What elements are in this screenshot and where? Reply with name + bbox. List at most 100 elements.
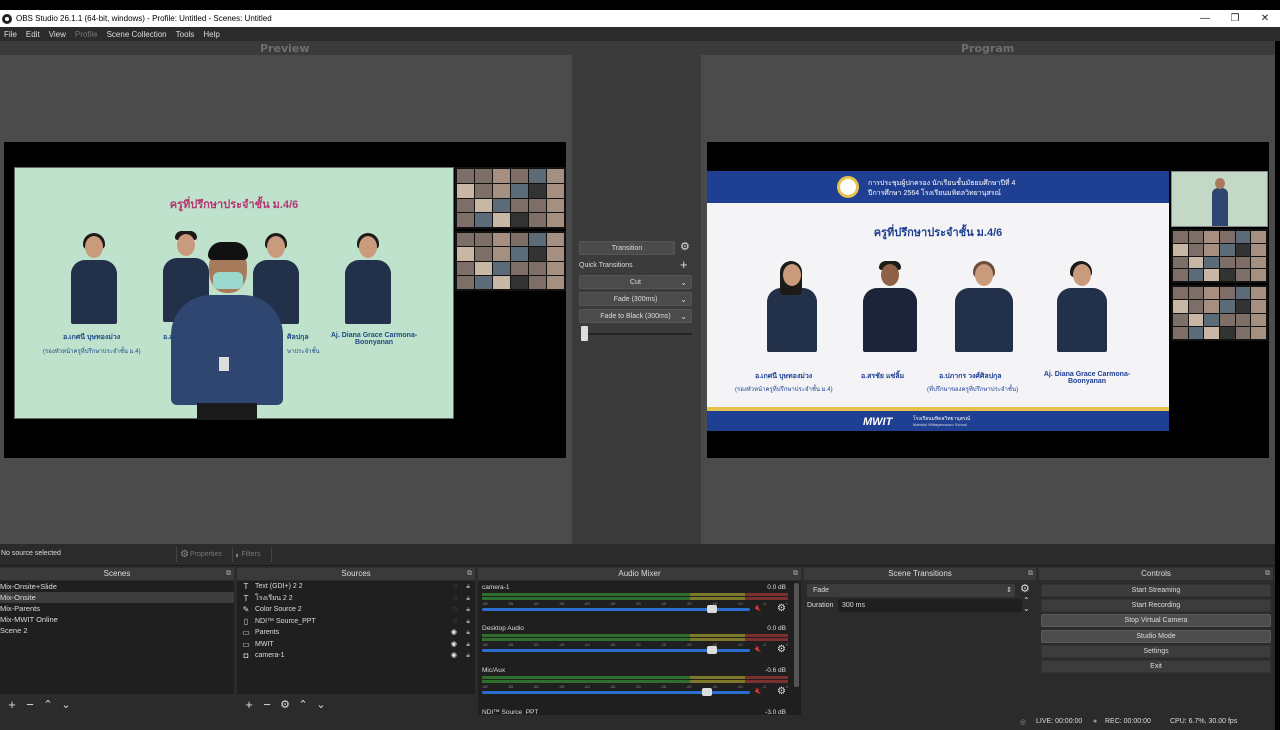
scene-item[interactable]: Mix-Parents bbox=[0, 603, 234, 614]
add-icon[interactable]: + bbox=[3, 697, 21, 712]
menu-profile[interactable]: Profile bbox=[71, 30, 103, 39]
duration-input[interactable]: 300 ms bbox=[838, 599, 1022, 612]
close-button[interactable]: ✕ bbox=[1250, 13, 1280, 24]
gear-icon[interactable]: ⚙ bbox=[680, 240, 690, 253]
fade-button[interactable]: Fade (300ms) ⌄ bbox=[579, 292, 692, 306]
eye-closed-icon[interactable]: ◌ bbox=[453, 616, 457, 628]
start-recording-button[interactable]: Start Recording bbox=[1041, 599, 1271, 612]
source-item[interactable]: ✎ Color Source 2 ◌ 🔒︎ bbox=[237, 604, 475, 616]
window-title: OBS Studio 26.1.1 (64-bit, windows) - Pr… bbox=[16, 14, 272, 23]
volume-slider[interactable] bbox=[482, 646, 750, 654]
no-source-label: No source selected bbox=[1, 550, 61, 557]
menu-edit[interactable]: Edit bbox=[22, 30, 45, 39]
volume-slider-handle[interactable] bbox=[702, 688, 713, 696]
studio-mode-button[interactable]: Studio Mode bbox=[1041, 630, 1271, 643]
volume-slider[interactable] bbox=[482, 605, 750, 613]
move-up-icon[interactable]: ⌃ bbox=[294, 698, 312, 711]
exit-button[interactable]: Exit bbox=[1041, 660, 1271, 673]
undock-icon[interactable]: ⧉ bbox=[1028, 568, 1033, 580]
teacher-photo bbox=[71, 233, 117, 324]
eye-icon[interactable]: ◉ bbox=[451, 650, 457, 662]
lock-icon[interactable]: 🔒︎ bbox=[466, 581, 470, 593]
menu-help[interactable]: Help bbox=[199, 30, 224, 39]
source-item[interactable]: ▭ Parents ◉ 🔒︎ bbox=[237, 627, 475, 639]
volume-slider-handle[interactable] bbox=[707, 605, 718, 613]
plus-icon[interactable]: + bbox=[680, 257, 688, 272]
gear-icon[interactable]: ⚙ bbox=[777, 603, 786, 614]
volume-slider[interactable] bbox=[482, 688, 750, 696]
preview-panel[interactable]: ครูที่ปรึกษาประจำชั้น ม.4/6 อ.เกศนี บุษท… bbox=[0, 55, 572, 544]
volume-slider-handle[interactable] bbox=[707, 646, 718, 654]
minimize-button[interactable]: — bbox=[1190, 13, 1220, 24]
gear-icon[interactable]: ⚙ bbox=[777, 686, 786, 697]
mixer-scrollbar[interactable] bbox=[794, 583, 799, 687]
move-down-icon[interactable]: ⌄ bbox=[312, 698, 330, 711]
menu-tools[interactable]: Tools bbox=[172, 30, 200, 39]
channel-name: Desktop Audio bbox=[482, 625, 524, 632]
source-item[interactable]: ▭ MWIT ◉ 🔒︎ bbox=[237, 639, 475, 651]
cut-button[interactable]: Cut ⌄ bbox=[579, 275, 692, 289]
lock-icon[interactable]: 🔒︎ bbox=[466, 650, 470, 662]
filters-button[interactable]: ◐ Filters bbox=[232, 547, 272, 562]
chevron-down-icon[interactable]: ⌄ bbox=[680, 295, 687, 304]
controls-body: Start Streaming Start Recording Stop Vir… bbox=[1039, 581, 1273, 714]
start-streaming-button[interactable]: Start Streaming bbox=[1041, 584, 1271, 597]
window-edge bbox=[1275, 41, 1280, 730]
t-bar-handle[interactable] bbox=[581, 326, 588, 341]
add-icon[interactable]: + bbox=[240, 697, 258, 712]
menu-scene-collection[interactable]: Scene Collection bbox=[103, 30, 172, 39]
eye-icon[interactable]: ◉ bbox=[451, 627, 457, 639]
transition-select[interactable]: Fade ⇕ bbox=[807, 584, 1015, 597]
undock-icon[interactable]: ⧉ bbox=[793, 568, 798, 580]
lock-icon[interactable]: 🔒︎ bbox=[466, 627, 470, 639]
move-up-icon[interactable]: ⌃ bbox=[39, 698, 57, 711]
undock-icon[interactable]: ⧉ bbox=[1265, 568, 1270, 580]
settings-button[interactable]: Settings bbox=[1041, 645, 1271, 658]
eye-closed-icon[interactable]: ◌ bbox=[453, 581, 457, 593]
source-item[interactable]: T Text (GDI+) 2 2 ◌ 🔒︎ bbox=[237, 581, 475, 593]
chevron-down-icon[interactable]: ⌄ bbox=[680, 278, 687, 287]
menu-view[interactable]: View bbox=[45, 30, 71, 39]
gear-icon[interactable]: ⚙ bbox=[777, 644, 786, 655]
t-bar-track[interactable] bbox=[582, 333, 692, 335]
source-item[interactable]: ◘ camera-1 ◉ 🔒︎ bbox=[237, 650, 475, 662]
gear-icon[interactable]: ⚙ bbox=[1020, 582, 1030, 595]
eye-icon[interactable]: ◉ bbox=[451, 639, 457, 651]
lock-icon[interactable]: 🔒︎ bbox=[466, 604, 470, 616]
move-down-icon[interactable]: ⌄ bbox=[57, 698, 75, 711]
preview-canvas[interactable]: ครูที่ปรึกษาประจำชั้น ม.4/6 อ.เกศนี บุษท… bbox=[4, 142, 566, 458]
stop-virtual-camera-button[interactable]: Stop Virtual Camera bbox=[1041, 614, 1271, 627]
source-item[interactable]: ▯ NDI™ Source_PPT ◌ 🔒︎ bbox=[237, 616, 475, 628]
remove-icon[interactable]: − bbox=[21, 697, 39, 712]
muted-speaker-icon[interactable]: 🔇︎ bbox=[755, 686, 761, 697]
chevron-down-icon[interactable]: ⌄ bbox=[680, 312, 687, 321]
eye-closed-icon[interactable]: ◌ bbox=[453, 593, 457, 605]
source-item[interactable]: T โรงเรียน 2 2 ◌ 🔒︎ bbox=[237, 593, 475, 605]
stepper-icon[interactable]: ⌃ ⌄ bbox=[1023, 597, 1030, 613]
scene-item[interactable]: Scene 2 bbox=[0, 625, 234, 636]
lock-icon[interactable]: 🔒︎ bbox=[466, 593, 470, 605]
scene-item[interactable]: Mix-Onsite+Slide bbox=[0, 581, 234, 592]
gear-icon[interactable]: ⚙ bbox=[276, 698, 294, 711]
undock-icon[interactable]: ⧉ bbox=[226, 568, 231, 580]
lock-icon[interactable]: 🔒︎ bbox=[466, 616, 470, 628]
transition-button[interactable]: Transition bbox=[579, 241, 675, 255]
teacher-photo bbox=[767, 261, 817, 358]
menu-file[interactable]: File bbox=[0, 30, 22, 39]
meter-tick-label: -5 bbox=[762, 601, 766, 606]
eye-closed-icon[interactable]: ◌ bbox=[453, 604, 457, 616]
maximize-button[interactable]: ❐ bbox=[1220, 13, 1250, 24]
scene-transitions-body: Fade ⇕ ⚙ Duration 300 ms ⌃ ⌄ bbox=[804, 581, 1036, 714]
meter-tick-label: -25 bbox=[660, 642, 667, 647]
undock-icon[interactable]: ⧉ bbox=[467, 568, 472, 580]
fade-to-black-button[interactable]: Fade to Black (300ms) ⌄ bbox=[579, 309, 692, 323]
properties-button[interactable]: ⚙ Properties bbox=[176, 547, 232, 562]
meter-tick-label: -5 bbox=[762, 684, 766, 689]
scene-item-selected[interactable]: Mix-Onsite bbox=[0, 592, 234, 603]
muted-speaker-icon[interactable]: 🔇︎ bbox=[755, 644, 761, 655]
remove-icon[interactable]: − bbox=[258, 697, 276, 712]
program-label: Program bbox=[961, 42, 1015, 55]
muted-speaker-icon[interactable]: 🔇︎ bbox=[755, 603, 761, 614]
lock-icon[interactable]: 🔒︎ bbox=[466, 639, 470, 651]
scene-item[interactable]: Mix-MWIT Online bbox=[0, 614, 234, 625]
